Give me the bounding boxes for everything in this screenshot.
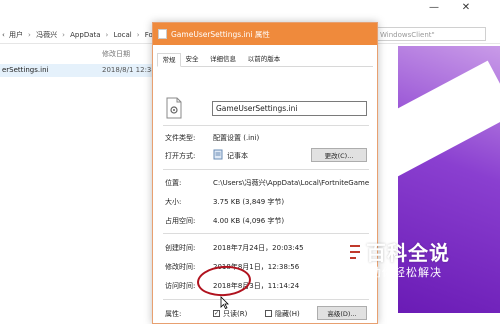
file-modified-date: 2018/8/1 12:38 [102, 66, 156, 74]
dialog-title: GameUserSettings.ini 属性 [171, 30, 270, 39]
divider [163, 233, 369, 234]
notepad-icon [213, 149, 223, 160]
hidden-label[interactable]: 隐藏(H) [275, 309, 300, 319]
file-name: erSettings.ini [2, 66, 49, 74]
breadcrumb-chevron-icon: ‹ [2, 31, 5, 39]
watermark-subtitle: 助你轻松解决 [370, 266, 442, 279]
tab-general[interactable]: 常规 [157, 53, 181, 67]
explorer-titlebar: — ✕ [0, 0, 500, 24]
tab-details[interactable]: 详细信息 [205, 53, 241, 65]
open-with-value: 记事本 [227, 152, 248, 160]
dialog-titlebar[interactable]: GameUserSettings.ini 属性 [153, 23, 377, 45]
divider [163, 169, 369, 170]
general-tab-panel: GameUserSettings.ini 文件类型: 配置设置 (.ini) 打… [157, 67, 373, 323]
open-with-label: 打开方式: [165, 152, 196, 160]
breadcrumb: ‹ 用户› 冯薇兴› AppData› Local› Fortnite [2, 30, 174, 40]
breadcrumb-item[interactable]: 冯薇兴 [36, 31, 57, 39]
location-value: C:\Users\冯薇兴\AppData\Local\FortniteGame\… [213, 179, 369, 187]
breadcrumb-item[interactable]: 用户 [9, 31, 23, 39]
minimize-icon[interactable]: — [428, 2, 440, 14]
file-type-value: 配置设置 (.ini) [213, 134, 260, 142]
created-value: 2018年7月24日，20:03:45 [213, 244, 304, 252]
tab-strip: 常规 安全 详细信息 以前的版本 [157, 53, 373, 67]
size-label: 大小: [165, 198, 182, 206]
modified-label: 修改时间: [165, 263, 196, 271]
disk-size-value: 4.00 KB (4,096 字节) [213, 217, 285, 225]
tab-previous-versions[interactable]: 以前的版本 [243, 53, 285, 65]
column-header-modified[interactable]: 修改日期 [102, 49, 130, 59]
size-value: 3.75 KB (3,849 字节) [213, 198, 285, 206]
divider [163, 125, 369, 126]
file-list-item[interactable]: erSettings.ini 2018/8/1 12:38 [0, 64, 160, 77]
mouse-cursor-icon [220, 296, 229, 312]
accessed-label: 访问时间: [165, 282, 196, 290]
file-name-field[interactable]: GameUserSettings.ini [212, 101, 367, 116]
tab-security[interactable]: 安全 [181, 53, 203, 65]
breadcrumb-item[interactable]: AppData [70, 31, 100, 39]
close-icon[interactable]: ✕ [460, 2, 472, 14]
divider [163, 299, 369, 300]
ini-file-icon [166, 97, 182, 119]
file-type-label: 文件类型: [165, 134, 196, 142]
watermark-title: 百科全说 [366, 241, 450, 265]
breadcrumb-item[interactable]: Local [114, 31, 132, 39]
created-label: 创建时间: [165, 244, 196, 252]
change-button[interactable]: 更改(C)... [311, 148, 367, 162]
search-input[interactable]: WindowsClient" [376, 27, 486, 41]
file-icon [158, 29, 167, 39]
attributes-label: 属性: [165, 310, 182, 318]
location-label: 位置: [165, 179, 182, 187]
readonly-checkbox[interactable]: ✓ [213, 310, 220, 317]
disk-size-label: 占用空间: [165, 217, 196, 225]
advanced-button[interactable]: 高级(D)... [317, 306, 367, 320]
hidden-checkbox[interactable] [265, 310, 272, 317]
